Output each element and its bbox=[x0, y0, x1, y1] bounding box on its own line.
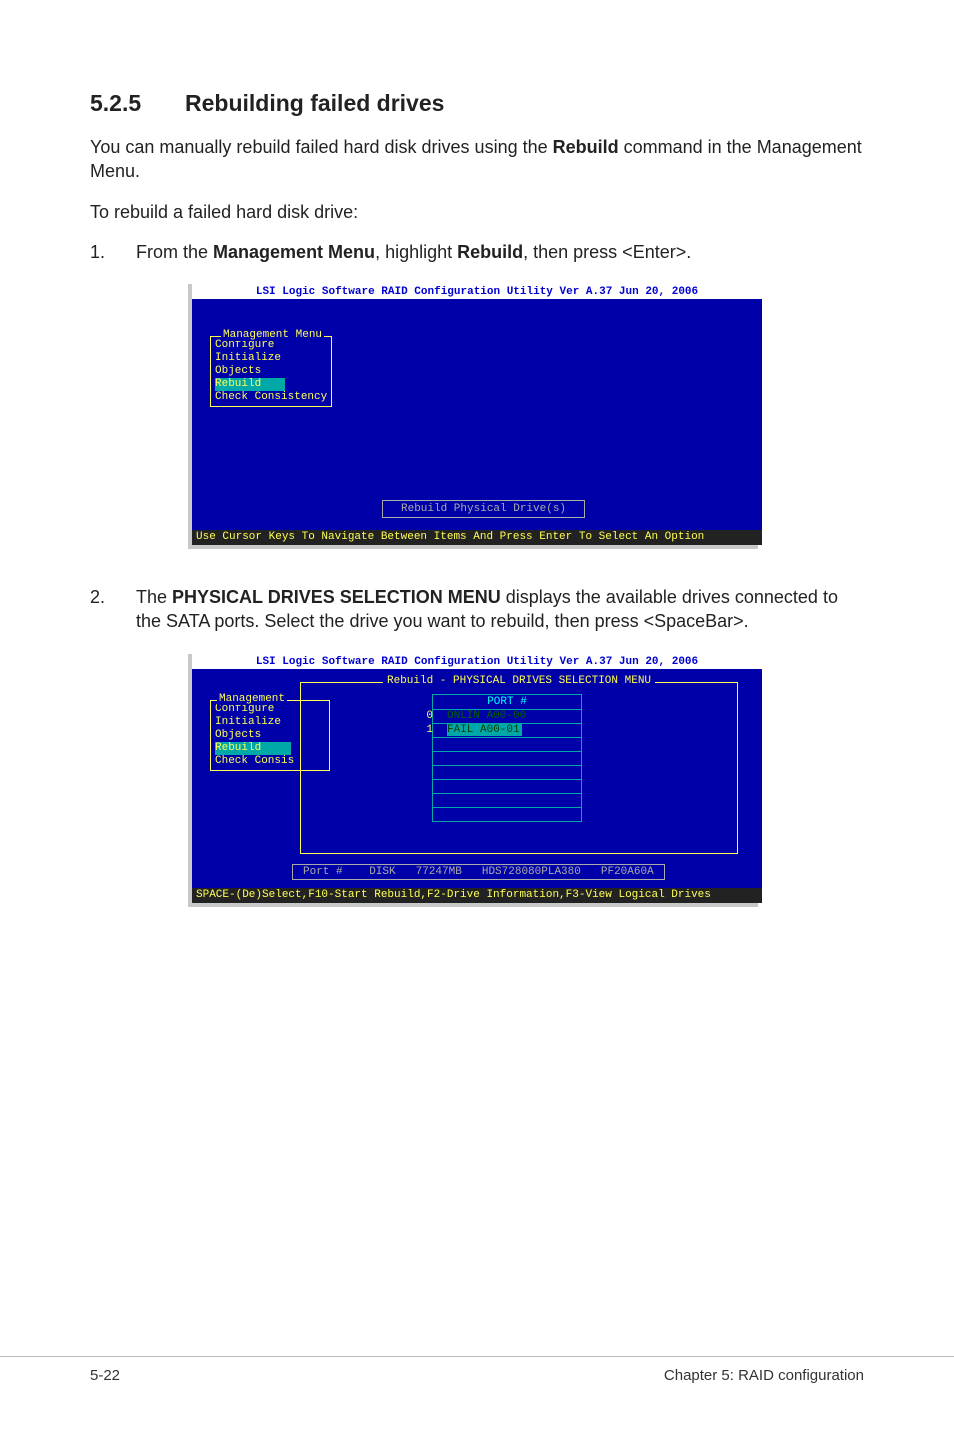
management-menu-truncated: Management Configure Initialize Objects … bbox=[210, 700, 330, 771]
step-2-body: The PHYSICAL DRIVES SELECTION MENU displ… bbox=[136, 585, 864, 634]
bios1-titlebar: LSI Logic Software RAID Configuration Ut… bbox=[192, 284, 762, 300]
step2-frag1: The bbox=[136, 587, 172, 607]
step1-bold2: Rebuild bbox=[457, 242, 523, 262]
section-title: Rebuilding failed drives bbox=[185, 90, 444, 116]
step-1: 1. From the Management Menu, highlight R… bbox=[90, 240, 864, 264]
management-menu-trunc-legend: Management bbox=[217, 693, 287, 705]
port-row-6[interactable] bbox=[433, 793, 581, 807]
intro-paragraph: You can manually rebuild failed hard dis… bbox=[90, 135, 864, 184]
drive-info-disk: DISK bbox=[363, 866, 396, 878]
menu2-initialize[interactable]: Initialize bbox=[215, 716, 325, 729]
step-1-body: From the Management Menu, highlight Rebu… bbox=[136, 240, 864, 264]
port0-index: 0 bbox=[423, 710, 433, 723]
selection-panel-legend: Rebuild - PHYSICAL DRIVES SELECTION MENU bbox=[383, 675, 655, 687]
rebuild-physical-box: Rebuild Physical Drive(s) bbox=[382, 500, 585, 518]
bios1-hintbar: Use Cursor Keys To Navigate Between Item… bbox=[192, 530, 762, 545]
section-number: 5.2.5 bbox=[90, 90, 185, 117]
port-table-header: PORT # bbox=[433, 695, 581, 709]
port0-value: ONLIN A00-00 bbox=[447, 710, 526, 722]
drive-info-bar: Port # DISK 77247MB HDS728080PLA380 PF20A60… bbox=[292, 864, 665, 880]
menu-initialize[interactable]: Initialize bbox=[215, 352, 327, 365]
port-row-0[interactable]: 0 ONLIN A00-00 bbox=[433, 709, 581, 723]
step-1-number: 1. bbox=[90, 240, 136, 264]
page-number: 5-22 bbox=[90, 1367, 120, 1384]
menu2-rebuild[interactable]: Rebuild bbox=[215, 742, 291, 755]
port-table: PORT # 0 ONLIN A00-00 1 FAIL A00-01 bbox=[432, 694, 582, 822]
step1-frag2: , highlight bbox=[375, 242, 457, 262]
port1-index: 1 bbox=[423, 724, 433, 737]
step2-bold1: PHYSICAL DRIVES SELECTION MENU bbox=[172, 587, 501, 607]
intro-pre: You can manually rebuild failed hard dis… bbox=[90, 137, 553, 157]
port-row-3[interactable] bbox=[433, 751, 581, 765]
drive-info-fw: PF20A60A bbox=[601, 866, 654, 878]
step1-frag1: From the bbox=[136, 242, 213, 262]
section-heading: 5.2.5Rebuilding failed drives bbox=[90, 90, 864, 117]
port-row-1[interactable]: 1 FAIL A00-01 bbox=[433, 723, 581, 737]
step1-bold1: Management Menu bbox=[213, 242, 375, 262]
menu-check-consistency[interactable]: Check Consistency bbox=[215, 391, 327, 404]
bios2-hintbar: SPACE-(De)Select,F10-Start Rebuild,F2-Dr… bbox=[192, 888, 762, 903]
menu2-objects[interactable]: Objects bbox=[215, 729, 325, 742]
page-footer: 5-22 Chapter 5: RAID configuration bbox=[0, 1356, 954, 1384]
drive-info-model: HDS728080PLA380 bbox=[482, 866, 581, 878]
management-menu: Management Menu Configure Initialize Obj… bbox=[210, 336, 332, 407]
bios-screenshot-2: LSI Logic Software RAID Configuration Ut… bbox=[192, 654, 762, 903]
port-row-7[interactable] bbox=[433, 807, 581, 821]
step-2: 2. The PHYSICAL DRIVES SELECTION MENU di… bbox=[90, 585, 864, 634]
port-row-5[interactable] bbox=[433, 779, 581, 793]
port1-value: FAIL A00-01 bbox=[447, 724, 522, 736]
step1-frag3: , then press <Enter>. bbox=[523, 242, 691, 262]
drive-info-size: 77247MB bbox=[416, 866, 462, 878]
chapter-label: Chapter 5: RAID configuration bbox=[664, 1367, 864, 1384]
menu-rebuild[interactable]: Rebuild bbox=[215, 378, 285, 391]
management-menu-legend: Management Menu bbox=[221, 329, 324, 341]
intro-bold: Rebuild bbox=[553, 137, 619, 157]
menu-objects[interactable]: Objects bbox=[215, 365, 327, 378]
menu2-check-consis[interactable]: Check Consis bbox=[215, 755, 325, 768]
step-2-number: 2. bbox=[90, 585, 136, 634]
bios2-titlebar: LSI Logic Software RAID Configuration Ut… bbox=[192, 654, 762, 670]
bios-screenshot-1: LSI Logic Software RAID Configuration Ut… bbox=[192, 284, 762, 545]
lead-paragraph: To rebuild a failed hard disk drive: bbox=[90, 200, 864, 224]
port-row-4[interactable] bbox=[433, 765, 581, 779]
drive-info-port: Port # bbox=[303, 866, 343, 878]
port-row-2[interactable] bbox=[433, 737, 581, 751]
